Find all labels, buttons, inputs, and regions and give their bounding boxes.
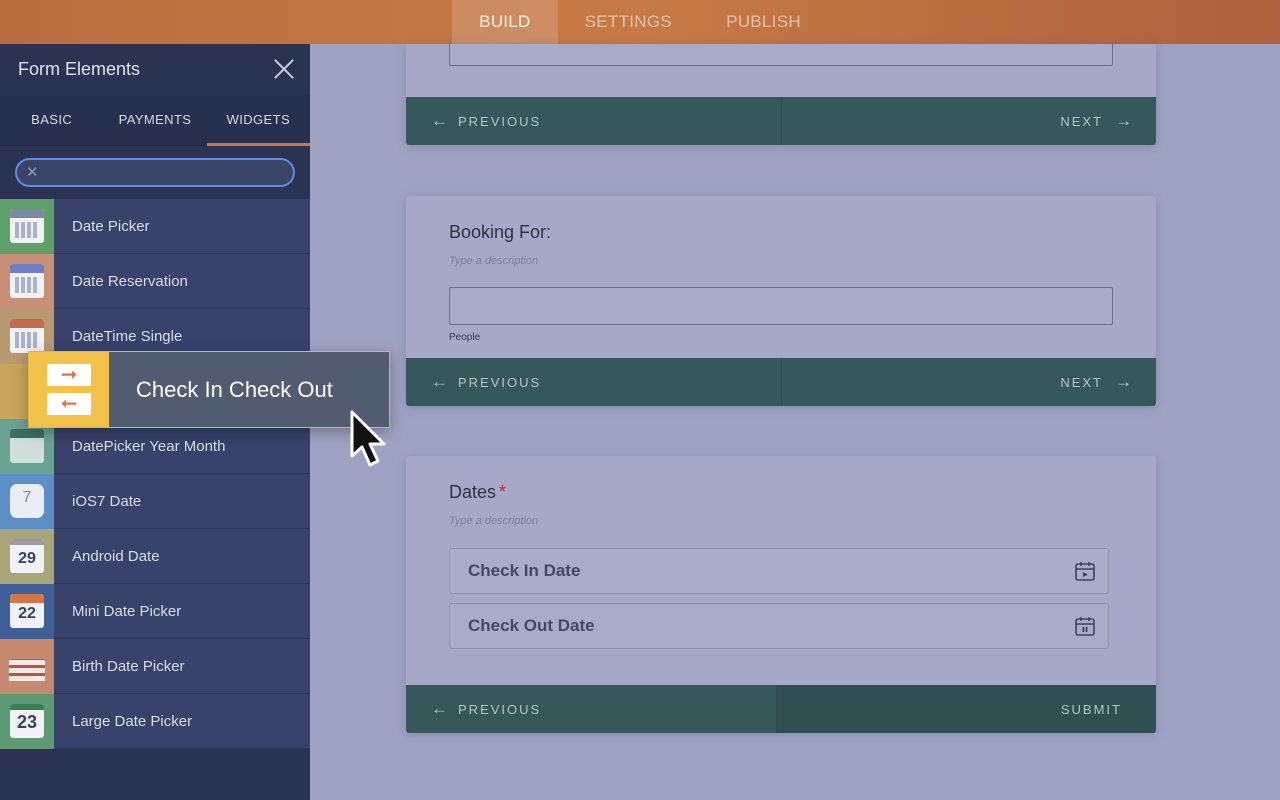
widget-label: DateTime Single <box>72 327 183 345</box>
ios-calendar-icon: 7 <box>0 473 54 529</box>
check-in-out-arrows-icon: ➞ ➞ <box>29 352 109 427</box>
widget-label: Android Date <box>72 547 160 565</box>
android-calendar-icon: 29 <box>0 528 54 584</box>
mouse-pointer-icon <box>350 410 386 467</box>
check-out-date-field[interactable]: Check Out Date <box>449 603 1109 649</box>
field-placeholder: Check Out Date <box>468 616 595 635</box>
arrow-left-icon: ← <box>431 699 448 718</box>
arrow-left-icon: ➞ <box>47 393 91 415</box>
widget-item-large-date-picker[interactable]: 23 Large Date Picker <box>0 693 310 749</box>
close-icon[interactable] <box>274 59 294 79</box>
birthday-cake-icon <box>0 638 54 694</box>
text-input[interactable] <box>449 44 1113 66</box>
clear-icon[interactable]: ✕ <box>26 165 39 180</box>
question-description: Type a description <box>449 515 539 527</box>
booking-for-input[interactable] <box>449 287 1113 325</box>
next-button[interactable]: NEXT → <box>782 358 1156 406</box>
required-mark: * <box>499 482 507 502</box>
calendar-icon[interactable] <box>1074 560 1096 582</box>
submit-button[interactable]: SUBMIT <box>777 685 1156 733</box>
dragging-widget-label: Check In Check Out <box>136 376 333 402</box>
previous-button[interactable]: ← PREVIOUS <box>406 685 777 733</box>
widget-label: DatePicker Year Month <box>72 437 226 455</box>
card-footer: ← PREVIOUS SUBMIT <box>406 685 1156 733</box>
form-card-1: ← PREVIOUS NEXT → <box>406 44 1156 145</box>
question-description: Type a description <box>449 255 539 267</box>
widget-label: Mini Date Picker <box>72 602 182 620</box>
panel-title: Form Elements <box>18 58 141 79</box>
tab-payments[interactable]: PAYMENTS <box>103 94 206 145</box>
tab-basic[interactable]: BASIC <box>0 94 103 145</box>
search-bar: ✕ <box>0 146 310 199</box>
tab-widgets[interactable]: WIDGETS <box>206 94 311 146</box>
tab-publish[interactable]: PUBLISH <box>699 0 828 44</box>
dragging-widget-check-in-check-out[interactable]: ➞ ➞ Check In Check Out <box>28 351 390 428</box>
arrow-left-icon: ← <box>431 372 448 391</box>
widget-label: iOS7 Date <box>72 492 142 510</box>
widget-label: Large Date Picker <box>72 712 193 730</box>
tab-build[interactable]: BUILD <box>452 0 558 44</box>
arrow-right-icon: → <box>1115 372 1132 391</box>
previous-button[interactable]: ← PREVIOUS <box>406 97 782 145</box>
check-in-date-field[interactable]: Check In Date <box>449 548 1109 594</box>
card-footer: ← PREVIOUS NEXT → <box>406 97 1156 145</box>
widget-item-ios7-date[interactable]: 7 iOS7 Date <box>0 473 310 529</box>
previous-button[interactable]: ← PREVIOUS <box>406 358 782 406</box>
tab-settings[interactable]: SETTINGS <box>558 0 699 44</box>
calendar-icon <box>0 253 54 309</box>
widget-item-birth-date-picker[interactable]: Birth Date Picker <box>0 638 310 694</box>
card-footer: ← PREVIOUS NEXT → <box>406 358 1156 406</box>
arrow-right-icon: → <box>1115 111 1132 130</box>
widget-item-date-picker[interactable]: Date Picker <box>0 198 310 254</box>
calendar-icon[interactable] <box>1074 615 1096 637</box>
panel-header: Form Elements <box>0 44 310 94</box>
input-sublabel: People <box>449 332 481 343</box>
question-label: Booking For: <box>449 222 552 242</box>
search-input[interactable] <box>46 165 277 180</box>
form-card-2: Booking For: Type a description People ←… <box>406 196 1156 406</box>
widget-label: Date Reservation <box>72 272 188 290</box>
field-placeholder: Check In Date <box>468 561 581 580</box>
arrow-right-icon: ➞ <box>47 364 91 386</box>
next-button[interactable]: NEXT → <box>782 97 1156 145</box>
widget-list: Date Picker Date Reservation DateTime Si… <box>0 198 310 749</box>
widget-item-date-reservation[interactable]: Date Reservation <box>0 253 310 309</box>
widget-label: Date Picker <box>72 217 150 235</box>
arrow-left-icon: ← <box>431 111 448 130</box>
calendar-icon <box>0 198 54 254</box>
widget-label: Birth Date Picker <box>72 657 185 675</box>
top-navigation: BUILD SETTINGS PUBLISH <box>0 0 1280 44</box>
widget-item-android-date[interactable]: 29 Android Date <box>0 528 310 584</box>
widget-item-mini-date-picker[interactable]: 22 Mini Date Picker <box>0 583 310 639</box>
calendar-icon: 23 <box>0 693 54 749</box>
calendar-icon: 22 <box>0 583 54 639</box>
search-box: ✕ <box>15 158 295 187</box>
question-label: Dates * <box>449 482 507 502</box>
form-card-3: Dates * Type a description Check In Date … <box>406 456 1156 733</box>
panel-tabs: BASIC PAYMENTS WIDGETS <box>0 94 311 146</box>
